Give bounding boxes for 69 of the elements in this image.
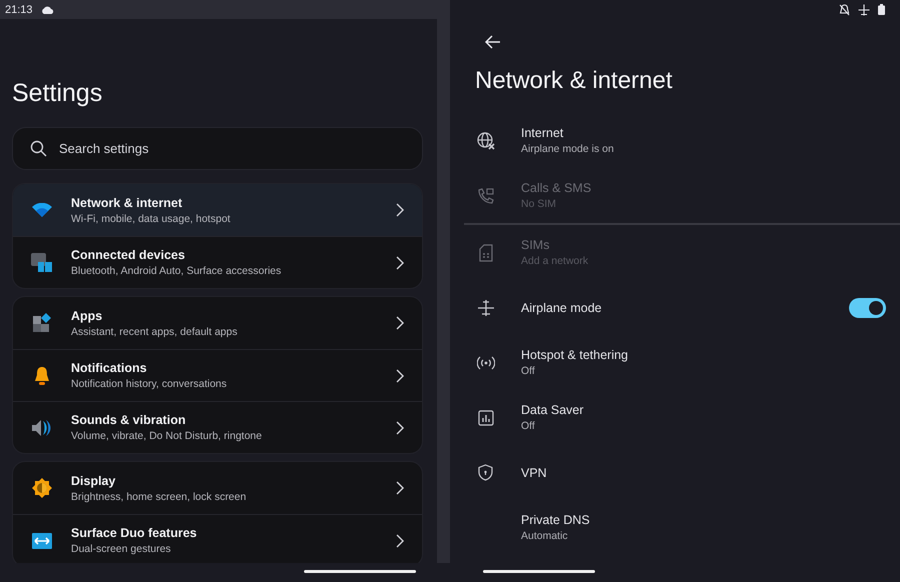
item-title: Airplane mode [521,300,603,314]
item-title: Internet [521,126,564,140]
item-title: Calls & SMS [521,181,592,195]
chevron-icon [396,316,404,330]
muted-bell-icon [839,4,850,16]
network-setting-item[interactable]: Airplane mode [450,280,900,335]
item-title: Network & internet [71,196,184,210]
page-title: Settings [12,79,104,107]
item-title: Apps [71,308,104,322]
chevron-icon [396,481,404,495]
item-subtitle: Bluetooth, Android Auto, Surface accessories [71,265,282,277]
item-subtitle: Volume, vibrate, Do Not Disturb, ringtone [71,430,263,442]
item-subtitle: Brightness, home screen, lock screen [71,490,248,502]
item-title: Display [71,474,116,488]
item-title: Private DNS [521,513,591,527]
settings-item[interactable]: Surface Duo features Dual-screen gestures [13,514,422,563]
settings-item[interactable]: Notifications Notification history, conversations [13,349,422,401]
chevron-icon [396,420,404,434]
shield-icon [478,464,493,481]
network-setting-item[interactable]: Internet Airplane mode is on [450,113,900,168]
network-setting-item[interactable]: Hotspot & tethering Off [450,335,900,390]
item-title: Connected devices [71,248,186,262]
data-usage-icon [478,410,494,426]
item-title: Surface Duo features [71,526,198,540]
network-setting-item[interactable]: Data Saver Off [450,390,900,445]
item-title: SIMs [521,238,550,252]
airplane-mode-toggle[interactable] [849,298,886,318]
chevron-icon [396,203,404,217]
item-subtitle: Off [521,420,536,432]
item-subtitle: Dual-screen gestures [71,543,172,555]
globe-x-icon [476,132,494,150]
settings-item[interactable]: Apps Assistant, recent apps, default apps [13,297,422,349]
settings-item[interactable]: Connected devices Bluetooth, Android Auto, Surface accessories [13,236,422,288]
item-subtitle: No SIM [521,198,558,210]
item-subtitle: Airplane mode is on [521,143,615,155]
item-title: Data Saver [521,403,585,417]
cloud-icon [40,6,54,14]
item-subtitle: Off [521,365,536,377]
hotspot-icon [476,356,494,370]
item-subtitle: Notification history, conversations [71,378,228,390]
item-subtitle: Wi-Fi, mobile, data usage, hotspot [71,212,232,224]
search-field[interactable]: Search settings [12,127,423,170]
item-subtitle: Automatic [521,530,569,542]
speaker-icon [32,418,52,438]
item-subtitle: Assistant, recent apps, default apps [71,326,238,338]
item-title: VPN [521,466,548,480]
network-setting-item[interactable]: Private DNS Automatic [450,500,900,555]
apps-icon [32,313,52,333]
chevron-icon [396,368,404,382]
item-title: Sounds & vibration [71,413,187,427]
item-subtitle: Add a network [521,255,590,267]
item-title: Notifications [71,361,148,375]
devices-icon [31,252,53,272]
page-title: Network & internet [475,67,674,95]
settings-item[interactable]: Display Brightness, home screen, lock screen [13,462,422,514]
chevron-icon [396,256,404,270]
sim-card-icon [478,244,492,262]
item-title: Hotspot & tethering [521,348,630,362]
chevron-icon [396,534,404,548]
battery-icon [878,4,885,15]
settings-item[interactable]: Sounds & vibration Volume, vibrate, Do Not Disturb, ringtone [13,401,422,453]
phone-message-icon [478,188,494,204]
wifi-icon [32,203,52,217]
bell-icon [34,366,50,384]
network-setting-item[interactable]: VPN [450,445,900,500]
settings-item[interactable]: Network & internet Wi-Fi, mobile, data usage, hotspot [13,184,422,236]
brightness-icon [32,478,52,498]
back-arrow-icon[interactable] [485,35,501,49]
status-time: 21:13 [5,4,33,16]
